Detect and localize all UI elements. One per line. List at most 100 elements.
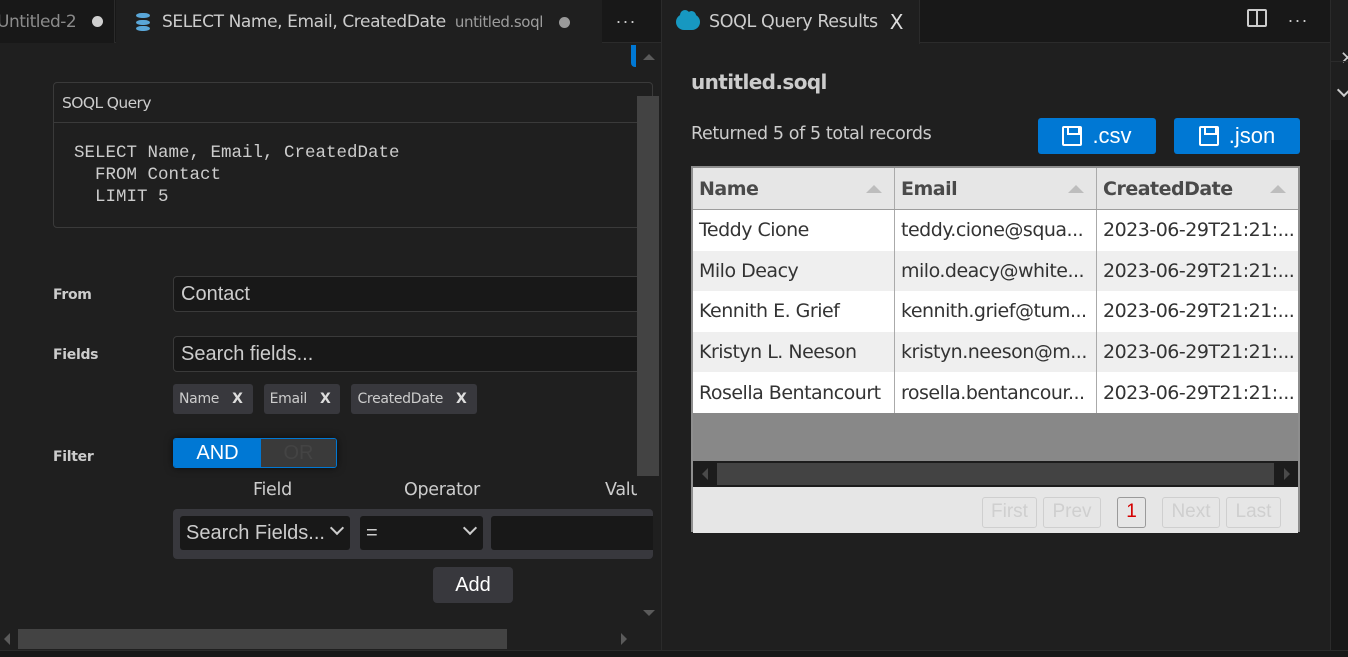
remove-field-icon[interactable]: X — [320, 391, 331, 407]
table-body: Teddy Cione teddy.cione@squa... 2023-06-… — [693, 210, 1298, 413]
save-csv-button[interactable]: .csv — [1038, 118, 1156, 154]
fields-search-input[interactable]: Search fields... — [173, 336, 653, 372]
prev-page-button[interactable]: Prev — [1043, 496, 1101, 528]
results-table: Name Email CreatedDate Teddy Cione teddy… — [691, 166, 1300, 533]
table-header: Name Email CreatedDate — [693, 168, 1298, 210]
split-editor-icon[interactable] — [1247, 9, 1267, 27]
column-label: CreatedDate — [1103, 177, 1233, 200]
cell-name: Kennith E. Grief — [693, 291, 895, 332]
field-pill-name: Name X — [173, 384, 253, 414]
chevron-down-icon[interactable] — [1336, 82, 1348, 98]
soql-query-text[interactable]: SELECT Name, Email, CreatedDate FROM Con… — [54, 123, 652, 208]
button-label: .csv — [1092, 123, 1132, 148]
results-summary: Returned 5 of 5 total records — [691, 124, 932, 144]
sort-ascending-icon[interactable] — [1068, 185, 1084, 193]
secondary-side-panel: ✕ — [1330, 0, 1348, 657]
field-pill-createddate: CreatedDate X — [351, 384, 477, 414]
vertical-scrollbar[interactable] — [637, 96, 659, 476]
scrollbar-thumb[interactable] — [717, 462, 1274, 485]
salesforce-cloud-icon — [676, 10, 700, 30]
filter-row: Search Fields... = — [173, 509, 653, 559]
column-header-email[interactable]: Email — [895, 168, 1097, 209]
tab-soql-query-results[interactable]: SOQL Query Results X — [662, 0, 920, 44]
toggle-or[interactable]: OR — [261, 439, 336, 467]
pill-label: Email — [269, 391, 308, 407]
close-icon[interactable]: X — [890, 10, 904, 34]
from-object-select[interactable]: Contact — [173, 276, 653, 312]
divider — [1331, 61, 1348, 62]
filter-column-operator: Operator — [404, 480, 480, 500]
save-json-button[interactable]: .json — [1174, 118, 1300, 154]
horizontal-scrollbar[interactable] — [18, 629, 507, 649]
scroll-up-arrow-icon[interactable] — [643, 54, 655, 60]
tab-untitled-2[interactable]: Untitled-2 — [0, 0, 115, 43]
modified-dot-icon[interactable] — [92, 16, 104, 27]
scroll-left-arrow-icon[interactable] — [702, 467, 708, 480]
cell-createddate: 2023-06-29T21:21:... — [1103, 259, 1295, 282]
cell-name: Milo Deacy — [693, 250, 895, 292]
table-horizontal-scrollbar[interactable] — [693, 460, 1298, 487]
soql-builder: SOQL Query SELECT Name, Email, CreatedDa… — [0, 44, 661, 657]
tab-untitled-soql[interactable]: SELECT Name, Email, CreatedDate untitled… — [116, 0, 602, 44]
add-filter-button[interactable]: Add — [433, 567, 513, 603]
tab-description: untitled.soql — [454, 13, 544, 31]
cell-name: Rosella Bentancourt — [693, 372, 895, 413]
left-tab-bar: Untitled-2 SELECT Name, Email, CreatedDa… — [0, 0, 661, 44]
toggle-and[interactable]: AND — [174, 439, 261, 467]
scroll-down-arrow-icon[interactable] — [643, 610, 655, 616]
sort-ascending-icon[interactable] — [1270, 185, 1286, 193]
filter-operator-select[interactable]: = — [360, 516, 483, 550]
filter-operator-value: = — [366, 521, 378, 544]
modified-dot-icon[interactable] — [558, 16, 570, 28]
cell-email: teddy.cione@squa... — [895, 210, 1097, 251]
table-row[interactable]: Rosella Bentancourt rosella.bentancour..… — [693, 372, 1298, 413]
status-strip — [0, 650, 1348, 657]
next-page-button[interactable]: Next — [1162, 496, 1220, 528]
more-actions-button[interactable]: ··· — [1283, 0, 1313, 40]
scroll-right-arrow-icon[interactable] — [621, 633, 627, 645]
cell-email: rosella.bentancour... — [895, 372, 1097, 413]
sort-ascending-icon[interactable] — [866, 185, 882, 193]
cell-createddate: 2023-06-29T21:21:... — [1103, 300, 1295, 323]
soql-query-preview: SOQL Query SELECT Name, Email, CreatedDa… — [53, 82, 653, 228]
table-empty-area — [693, 412, 1298, 461]
filter-column-field: Field — [253, 480, 292, 500]
table-row[interactable]: Kristyn L. Neeson kristyn.neeson@m... 20… — [693, 331, 1298, 373]
remove-field-icon[interactable]: X — [456, 391, 467, 407]
table-row[interactable]: Milo Deacy milo.deacy@white... 2023-06-2… — [693, 250, 1298, 292]
column-label: Email — [901, 177, 958, 200]
panel-body — [1331, 140, 1348, 657]
filter-field-select[interactable]: Search Fields... — [180, 516, 350, 550]
filter-column-value: Value — [605, 480, 637, 500]
accent-indicator — [631, 45, 636, 67]
save-icon — [1198, 126, 1219, 146]
more-actions-button[interactable]: ··· — [603, 0, 649, 43]
column-label: Name — [699, 177, 759, 200]
fields-label: Fields — [53, 347, 99, 363]
close-icon[interactable]: ✕ — [1340, 48, 1348, 69]
remove-field-icon[interactable]: X — [232, 391, 243, 407]
tab-label: SELECT Name, Email, CreatedDate — [162, 12, 446, 32]
last-page-button[interactable]: Last — [1226, 496, 1281, 528]
scroll-right-arrow-icon[interactable] — [1284, 467, 1290, 480]
chevron-down-icon — [329, 520, 345, 536]
current-page-button[interactable]: 1 — [1117, 496, 1146, 528]
filter-value-input[interactable] — [491, 516, 653, 550]
filter-field-value: Search Fields... — [186, 521, 325, 544]
pill-label: CreatedDate — [357, 391, 444, 407]
column-header-name[interactable]: Name — [693, 168, 895, 209]
scroll-left-arrow-icon[interactable] — [4, 633, 10, 645]
cell-email: milo.deacy@white... — [895, 250, 1097, 292]
column-header-createddate[interactable]: CreatedDate — [1097, 168, 1298, 209]
and-or-toggle[interactable]: AND OR — [173, 438, 337, 468]
table-row[interactable]: Teddy Cione teddy.cione@squa... 2023-06-… — [693, 210, 1298, 251]
tab-label: SOQL Query Results — [709, 12, 878, 32]
right-tab-bar: SOQL Query Results X ··· — [662, 0, 1330, 44]
pill-label: Name — [179, 391, 220, 407]
table-row[interactable]: Kennith E. Grief kennith.grief@tum... 20… — [693, 291, 1298, 332]
from-label: From — [53, 287, 92, 303]
first-page-button[interactable]: First — [982, 496, 1037, 528]
database-icon — [136, 13, 150, 31]
soql-query-title: SOQL Query — [54, 83, 652, 123]
selected-fields: Name X Email X CreatedDate X — [173, 384, 477, 414]
